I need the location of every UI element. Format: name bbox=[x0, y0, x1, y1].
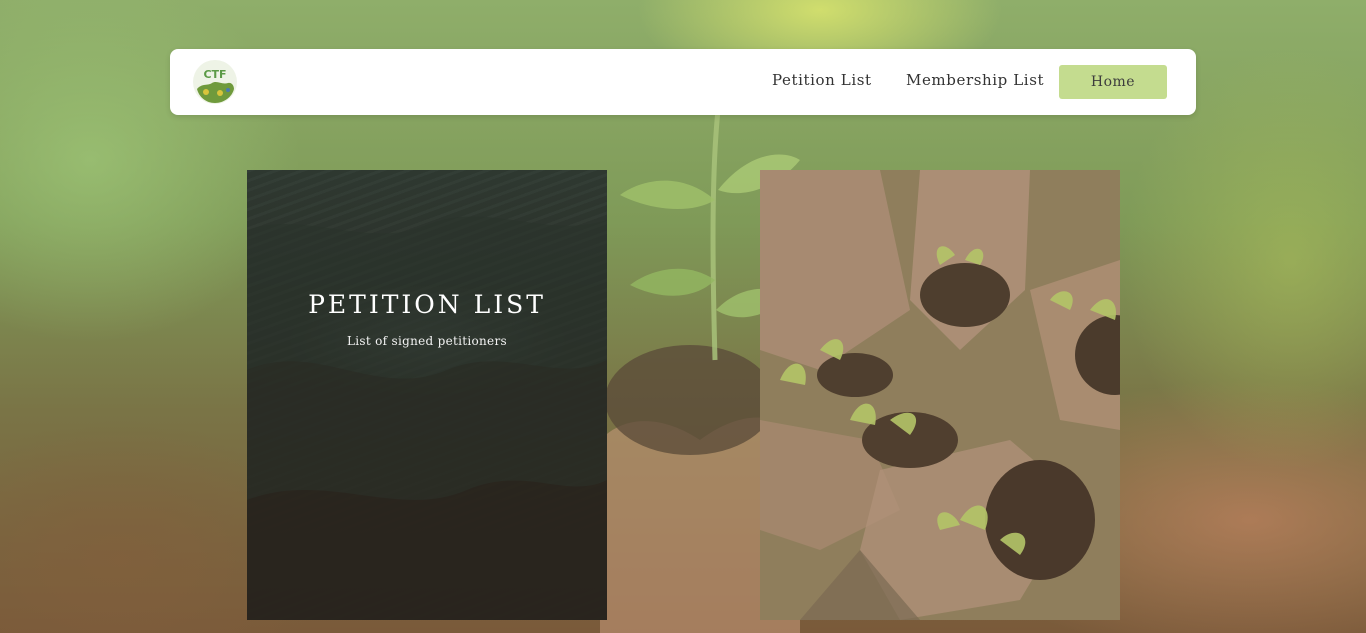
card-subtitle: List of signed petitioners bbox=[347, 334, 507, 348]
nav-link-petition-list[interactable]: Petition List bbox=[772, 71, 872, 89]
ctf-logo[interactable]: CTF bbox=[192, 59, 238, 105]
membership-list-card[interactable] bbox=[760, 170, 1120, 620]
hands-holding-seedlings-image bbox=[760, 170, 1120, 620]
mountain-background-image bbox=[247, 216, 607, 620]
nav-link-membership-list[interactable]: Membership List bbox=[906, 71, 1044, 89]
navbar: CTF Petition List Membership List Home bbox=[170, 49, 1196, 115]
card-title: PETITION LIST bbox=[308, 290, 546, 319]
petition-list-card[interactable]: PETITION LIST List of signed petitioners bbox=[247, 170, 607, 620]
home-button[interactable]: Home bbox=[1059, 65, 1167, 99]
logo-text: CTF bbox=[203, 68, 226, 81]
